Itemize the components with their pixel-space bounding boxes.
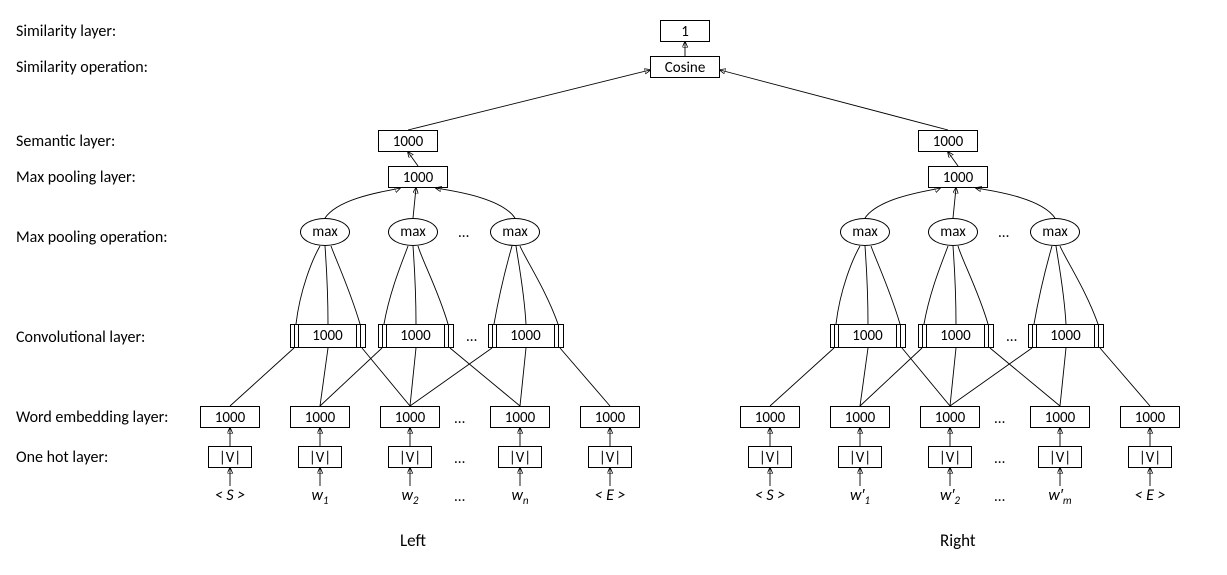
right-onehot-0: |V| <box>748 446 792 468</box>
label-conv-layer: Convolutional layer: <box>16 328 145 347</box>
right-onehot-4: |V| <box>1128 446 1172 468</box>
left-token-1: w1 <box>290 486 350 507</box>
left-conv-box-2: 1000 <box>378 324 454 348</box>
left-token-0: < S > <box>200 486 260 505</box>
right-maxpool-box: 1000 <box>928 166 988 188</box>
right-onehot-2: |V| <box>928 446 972 468</box>
right-onehot-3: |V| <box>1038 446 1082 468</box>
right-conv-1-value: 1000 <box>839 325 897 347</box>
right-embed-0: 1000 <box>740 406 800 428</box>
right-embed-2: 1000 <box>920 406 980 428</box>
right-max-oval-2: max <box>928 218 978 246</box>
right-conv-3-value: 1000 <box>1037 325 1095 347</box>
left-conv-box-3: 1000 <box>488 324 564 348</box>
left-onehot-4: |V| <box>588 446 632 468</box>
right-token-4: < E > <box>1120 486 1180 505</box>
right-token-2: w′2 <box>920 486 980 507</box>
cosine-op-box: Cosine <box>650 56 720 78</box>
left-semantic-box: 1000 <box>378 130 438 152</box>
left-embed-ellipsis: ... <box>454 410 465 428</box>
label-onehot-layer: One hot layer: <box>16 448 108 467</box>
right-conv-box-2: 1000 <box>918 324 994 348</box>
left-onehot-2: |V| <box>388 446 432 468</box>
label-embed-layer: Word embedding layer: <box>16 408 168 427</box>
similarity-output-box: 1 <box>660 20 710 42</box>
left-conv-1-value: 1000 <box>299 325 357 347</box>
right-token-ellipsis: ... <box>994 488 1005 506</box>
left-embed-0: 1000 <box>200 406 260 428</box>
label-maxpool-layer: Max pooling layer: <box>16 168 136 187</box>
left-embed-1: 1000 <box>290 406 350 428</box>
right-token-1: w′1 <box>830 486 890 507</box>
right-onehot-ellipsis: ... <box>994 450 1005 468</box>
left-token-3: wn <box>490 486 550 507</box>
left-max-oval-2: max <box>388 218 438 246</box>
left-branch-label: Left <box>400 530 426 551</box>
left-onehot-1: |V| <box>298 446 342 468</box>
right-conv-box-3: 1000 <box>1028 324 1104 348</box>
left-conv-ellipsis: ... <box>466 328 477 346</box>
left-maxpool-box: 1000 <box>388 166 448 188</box>
left-conv-3-value: 1000 <box>497 325 555 347</box>
label-similarity-layer: Similarity layer: <box>16 22 116 41</box>
left-token-ellipsis: ... <box>454 488 465 506</box>
left-max-oval-1: max <box>300 218 350 246</box>
right-embed-4: 1000 <box>1120 406 1180 428</box>
right-embed-ellipsis: ... <box>994 410 1005 428</box>
label-maxpool-op: Max pooling operation: <box>16 228 168 247</box>
left-max-oval-3: max <box>490 218 540 246</box>
left-embed-3: 1000 <box>490 406 550 428</box>
right-max-ellipsis: ... <box>998 224 1009 242</box>
right-token-3: w′m <box>1030 486 1090 507</box>
right-branch-label: Right <box>940 530 976 551</box>
right-conv-box-1: 1000 <box>830 324 906 348</box>
left-onehot-3: |V| <box>498 446 542 468</box>
right-conv-2-value: 1000 <box>927 325 985 347</box>
left-token-2: w2 <box>380 486 440 507</box>
left-embed-2: 1000 <box>380 406 440 428</box>
right-max-oval-1: max <box>840 218 890 246</box>
right-embed-1: 1000 <box>830 406 890 428</box>
right-token-0: < S > <box>740 486 800 505</box>
right-embed-3: 1000 <box>1030 406 1090 428</box>
right-onehot-1: |V| <box>838 446 882 468</box>
right-semantic-box: 1000 <box>918 130 978 152</box>
left-conv-box-1: 1000 <box>290 324 366 348</box>
left-token-4: < E > <box>580 486 640 505</box>
label-semantic-layer: Semantic layer: <box>16 132 115 151</box>
left-onehot-0: |V| <box>208 446 252 468</box>
right-max-oval-3: max <box>1030 218 1080 246</box>
right-conv-ellipsis: ... <box>1006 328 1017 346</box>
label-similarity-op: Similarity operation: <box>16 58 148 77</box>
left-embed-4: 1000 <box>580 406 640 428</box>
left-max-ellipsis: ... <box>458 224 469 242</box>
left-conv-2-value: 1000 <box>387 325 445 347</box>
left-onehot-ellipsis: ... <box>454 450 465 468</box>
